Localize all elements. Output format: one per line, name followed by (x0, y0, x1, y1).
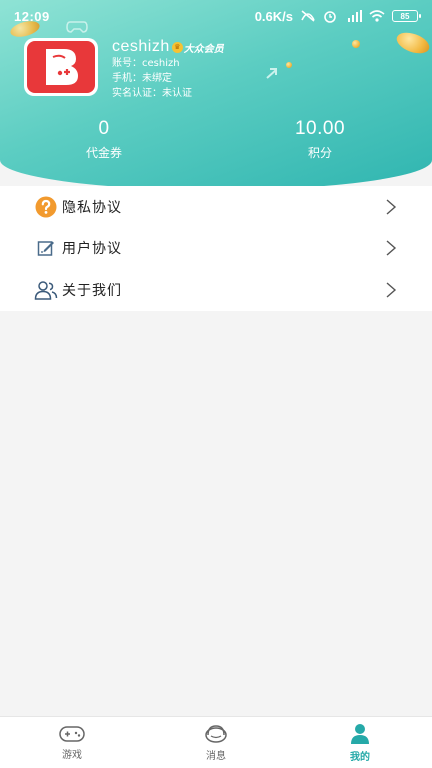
vip-badge-label: 大众会员 (183, 43, 224, 55)
headset-icon (205, 724, 227, 743)
phone-line: 手机：未绑定 (112, 73, 172, 84)
tab-messages-label: 消息 (206, 750, 226, 762)
app-logo (27, 41, 95, 93)
chevron-right-icon (386, 240, 397, 256)
points-label: 积分 (307, 146, 332, 160)
tab-profile-label: 我的 (350, 751, 370, 763)
gamepad-icon (59, 725, 85, 742)
stats-row: 0 代金券 10.00 积分 (0, 118, 432, 161)
vip-crown-icon: ♛ (171, 41, 183, 53)
coin-decoration (393, 28, 432, 58)
points-value: 10.00 (294, 118, 346, 139)
menu-item-label: 关于我们 (62, 282, 122, 299)
menu-item-about[interactable]: 关于我们 (0, 269, 432, 311)
arrow-decoration-icon (266, 68, 277, 79)
points-stat[interactable]: 10.00 积分 (208, 118, 432, 161)
chevron-right-icon (386, 282, 397, 298)
voucher-count: 0 (98, 118, 110, 139)
tab-games-label: 游戏 (62, 749, 82, 761)
profile-info: ceshizh ♛ 大众会员 账号：ceshizh 手机：未绑定 实名认证：未认… (112, 38, 224, 101)
edit-icon (34, 236, 58, 260)
network-speed: 0.6K/s (254, 8, 293, 24)
alarm-icon (324, 11, 336, 23)
realname-line: 实名认证：未认证 (112, 88, 192, 99)
tab-messages[interactable]: 消息 (144, 717, 288, 768)
settings-menu: 隐私协议 用户协议 关于我们 (0, 186, 432, 311)
bottom-nav: 游戏 消息 我的 (0, 716, 432, 768)
signal-icon (348, 10, 362, 22)
profile-header: 12:09 0.6K/s 85 ceshizh ♛ 大众会员 账号：ceshiz… (0, 0, 432, 190)
status-time: 12:09 (14, 8, 50, 24)
voucher-label: 代金券 (85, 146, 122, 160)
menu-item-label: 用户协议 (62, 241, 122, 258)
avatar[interactable] (24, 38, 98, 96)
menu-item-user-agreement[interactable]: 用户协议 (0, 228, 432, 270)
app-logo-icon (46, 49, 78, 85)
voucher-stat[interactable]: 0 代金券 (0, 118, 208, 161)
account-line: 账号：ceshizh (112, 58, 180, 69)
wifi-icon (369, 10, 385, 22)
username: ceshizh (112, 38, 170, 55)
battery-icon: 85 (392, 10, 421, 22)
coin-decoration (286, 62, 292, 68)
chevron-right-icon (386, 199, 397, 215)
menu-item-privacy[interactable]: 隐私协议 (0, 186, 432, 228)
users-icon (34, 278, 58, 302)
vip-badge: ♛ 大众会员 (171, 40, 224, 55)
tab-profile[interactable]: 我的 (288, 717, 432, 768)
tab-games[interactable]: 游戏 (0, 717, 144, 768)
mute-icon (301, 10, 315, 22)
person-icon (351, 723, 369, 744)
menu-item-label: 隐私协议 (62, 199, 122, 216)
question-icon (34, 195, 58, 219)
status-bar: 12:09 0.6K/s 85 (0, 0, 432, 32)
coin-decoration (352, 40, 360, 48)
